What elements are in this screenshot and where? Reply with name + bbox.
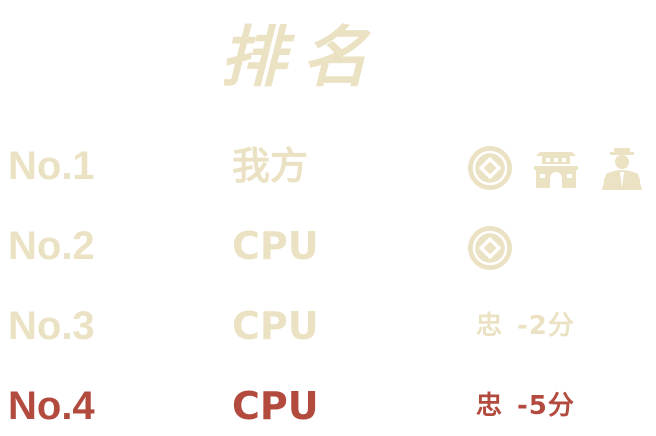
player-name: CPU (232, 304, 319, 348)
player-name: CPU (232, 384, 319, 428)
fortress-icon (534, 152, 578, 188)
ranking-row-1: No.1 我方 (0, 136, 656, 196)
score-delta: -2分 (517, 311, 575, 341)
badge-list (464, 144, 648, 192)
rank-label: No.3 (8, 304, 95, 348)
player-name: CPU (232, 224, 319, 268)
ranking-row-2: No.2 CPU (0, 216, 656, 276)
player-name: 我方 (232, 144, 309, 188)
penalty-note: 忠 -2分 (476, 296, 575, 356)
coin-icon (468, 226, 512, 270)
rank-label: No.1 (8, 144, 95, 188)
page-title: 排名 (220, 18, 384, 96)
ranking-row-4: No.4 CPU 忠 -5分 (0, 376, 656, 436)
ranking-row-3: No.3 CPU 忠 -2分 (0, 296, 656, 356)
badge-list (464, 224, 516, 272)
role-label: 忠 (476, 391, 504, 421)
official-icon (602, 148, 642, 190)
role-label: 忠 (476, 311, 504, 341)
coin-icon (468, 146, 512, 190)
score-delta: -5分 (517, 391, 575, 421)
rank-label: No.2 (8, 224, 95, 268)
penalty-note: 忠 -5分 (476, 376, 575, 436)
rank-label: No.4 (8, 384, 95, 428)
